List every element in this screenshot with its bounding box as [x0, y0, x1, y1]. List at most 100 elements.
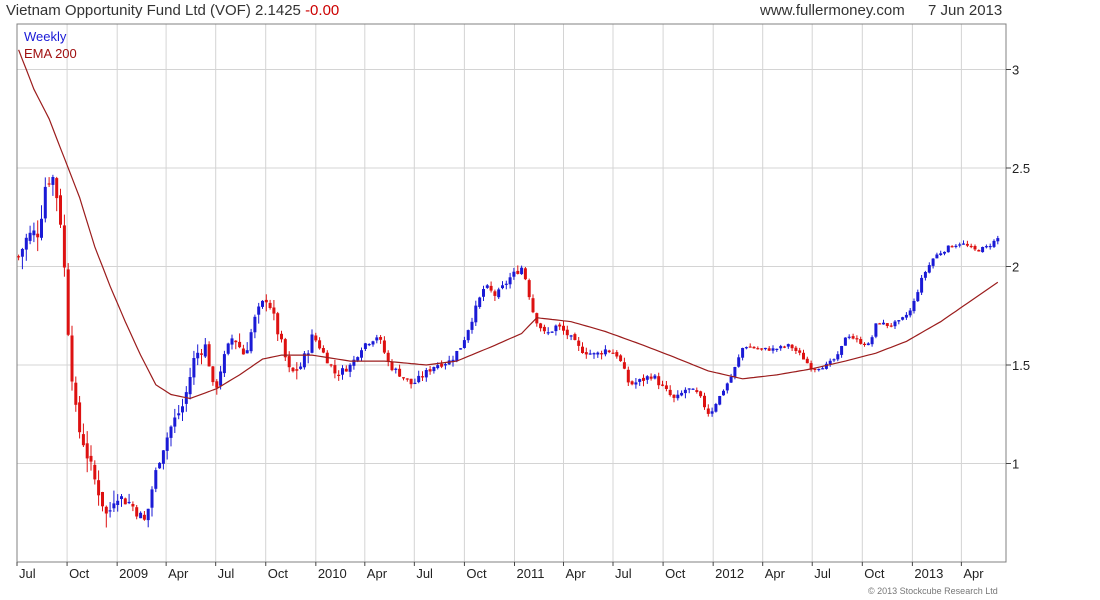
candle-body — [550, 331, 554, 333]
candle-body — [775, 348, 779, 350]
x-tick-label: Jul — [814, 566, 831, 581]
candle-body — [55, 178, 59, 199]
candle-body — [954, 245, 958, 247]
candle-body — [992, 240, 996, 247]
candle-body — [904, 314, 908, 318]
candle-body — [744, 347, 748, 349]
candle-body — [261, 300, 264, 307]
candle-body — [154, 470, 158, 489]
x-tick-label: Apr — [168, 566, 189, 581]
legend-weekly: Weekly — [24, 29, 67, 44]
candle-body — [203, 344, 207, 357]
candle-body — [158, 462, 162, 469]
candle-body — [828, 360, 832, 364]
candle-body — [737, 357, 741, 367]
candle-body — [870, 337, 874, 345]
plot-frame — [16, 23, 1007, 563]
candle-body — [520, 267, 524, 275]
candle-body — [783, 346, 786, 348]
x-tick-label: Jul — [218, 566, 235, 581]
candle-body — [973, 246, 977, 250]
candle-body — [234, 340, 238, 343]
candle-body — [603, 349, 607, 355]
candle-body — [836, 354, 840, 360]
candle-body — [405, 378, 409, 380]
candle-body — [763, 347, 767, 350]
candle-body — [112, 503, 116, 509]
ema-200-line — [18, 49, 999, 400]
candle-body — [512, 271, 516, 277]
candle-body — [139, 512, 143, 519]
x-tick-label: 2013 — [914, 566, 943, 581]
candle-body — [493, 291, 497, 296]
candle-body — [939, 253, 943, 255]
candle-body — [638, 379, 642, 382]
candle-body — [196, 352, 200, 359]
candle-body — [706, 408, 710, 414]
candle-body — [123, 498, 127, 505]
candle-body — [32, 230, 36, 236]
x-tick-label: Oct — [69, 566, 90, 581]
copyright: © 2013 Stockcube Research Ltd — [868, 586, 998, 596]
candle-body — [43, 186, 47, 219]
candle-body — [474, 305, 478, 323]
candle-body — [150, 489, 154, 508]
candle-body — [931, 258, 935, 266]
candle-body — [504, 283, 508, 285]
candle-body — [344, 368, 348, 372]
candle-body — [97, 480, 101, 496]
candle-body — [173, 417, 177, 427]
candle-body — [539, 323, 543, 329]
candle-body — [607, 350, 611, 353]
candle-body — [592, 353, 596, 355]
candle-body — [455, 351, 459, 362]
candle-body — [897, 320, 901, 322]
candle-body — [771, 348, 775, 351]
candle-body — [93, 464, 97, 480]
x-tick-label: Jul — [416, 566, 433, 581]
candle-body — [436, 365, 440, 369]
candle-body — [466, 330, 470, 341]
candle-body — [581, 346, 584, 353]
x-tick-label: Oct — [864, 566, 885, 581]
candle-body — [996, 238, 1000, 242]
candle-body — [367, 344, 371, 346]
candle-body — [664, 385, 668, 389]
candle-body — [611, 352, 615, 354]
candle-body — [619, 355, 623, 362]
candle-body — [36, 233, 40, 238]
candle-body — [542, 326, 546, 332]
candle-body — [962, 243, 965, 245]
candle-body — [146, 508, 150, 521]
candle-body — [81, 434, 85, 446]
candle-body — [988, 246, 992, 248]
x-tick-label: Jul — [615, 566, 632, 581]
candle-body — [485, 285, 489, 288]
candle-body — [562, 325, 565, 331]
candle-body — [588, 353, 592, 355]
candle-body — [501, 285, 504, 289]
y-tick-label: 3 — [1012, 63, 1019, 78]
candle-body — [874, 323, 878, 337]
candle-body — [135, 507, 139, 517]
candle-body — [893, 321, 897, 327]
candle-body — [386, 352, 390, 362]
candle-body — [497, 289, 501, 298]
candle-body — [908, 310, 912, 316]
candle-body — [733, 367, 737, 377]
y-tick-label: 2 — [1012, 260, 1019, 275]
candle-body — [306, 353, 310, 355]
candle-body — [600, 353, 604, 355]
candle-body — [866, 343, 870, 346]
candle-body — [24, 237, 28, 250]
candle-body — [691, 388, 695, 390]
candle-body — [680, 392, 684, 396]
x-tick-label: Apr — [963, 566, 984, 581]
candle-body — [851, 336, 855, 339]
candle-body — [299, 366, 303, 369]
candle-body — [417, 375, 421, 383]
candle-body — [47, 183, 51, 185]
candle-body — [767, 348, 771, 351]
candle-body — [573, 334, 577, 340]
candle-body — [946, 245, 950, 253]
